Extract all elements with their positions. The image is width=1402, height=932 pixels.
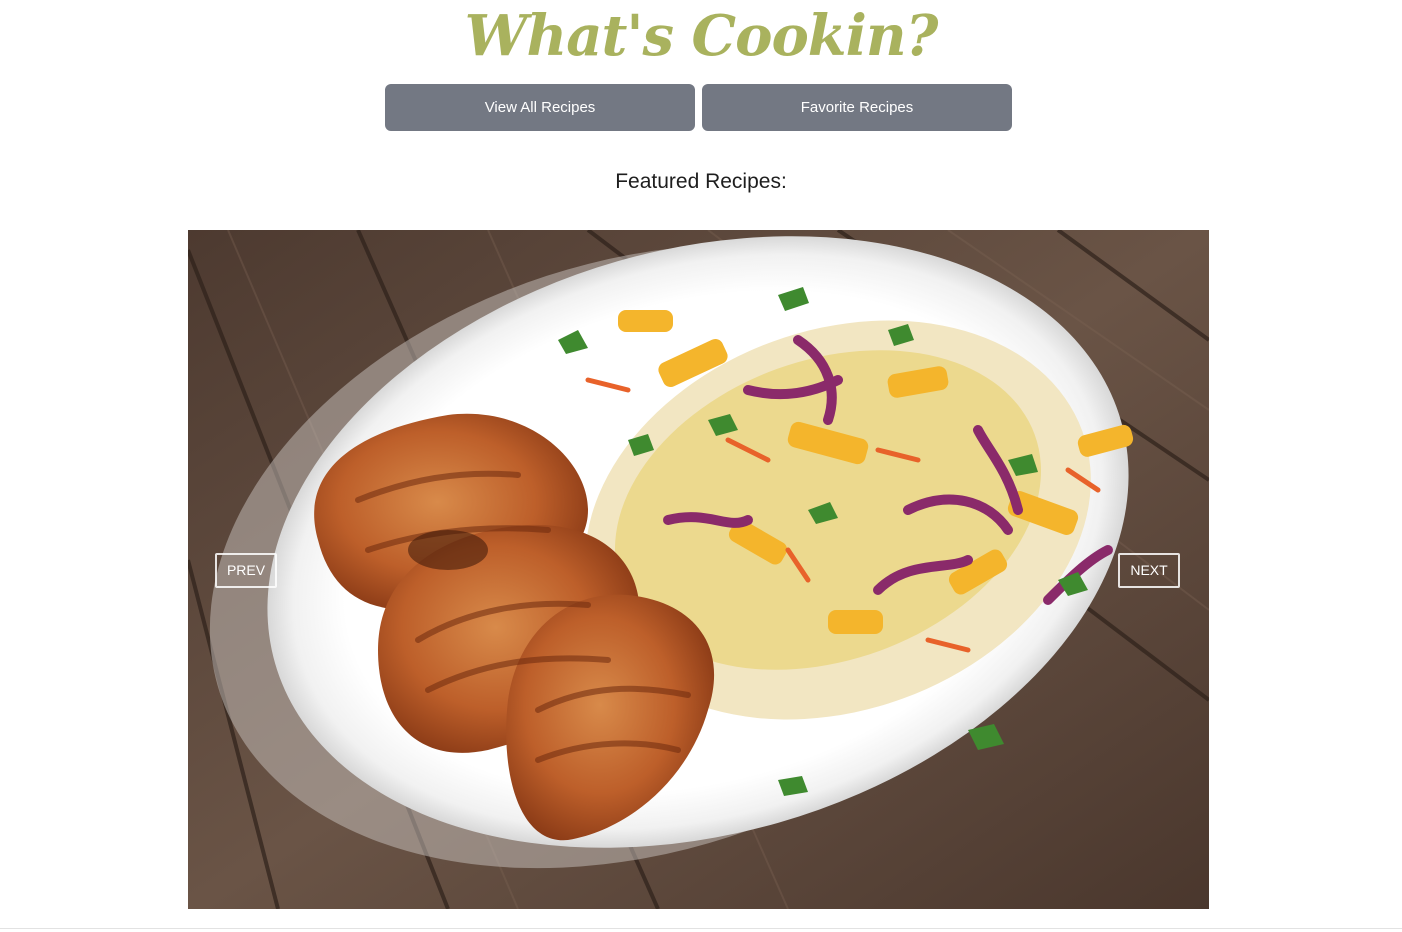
footer-divider [0, 928, 1402, 929]
carousel-prev-button[interactable]: PREV [215, 553, 277, 588]
featured-recipe-image [188, 230, 1209, 909]
page: What's Cookin? View All Recipes Favorite… [0, 0, 1402, 932]
view-all-recipes-button[interactable]: View All Recipes [385, 84, 695, 131]
featured-recipes-carousel: PREV NEXT [188, 230, 1209, 909]
favorite-recipes-button[interactable]: Favorite Recipes [702, 84, 1012, 131]
carousel-next-button[interactable]: NEXT [1118, 553, 1180, 588]
site-title: What's Cookin? [464, 3, 939, 69]
featured-recipes-heading: Featured Recipes: [615, 170, 787, 193]
